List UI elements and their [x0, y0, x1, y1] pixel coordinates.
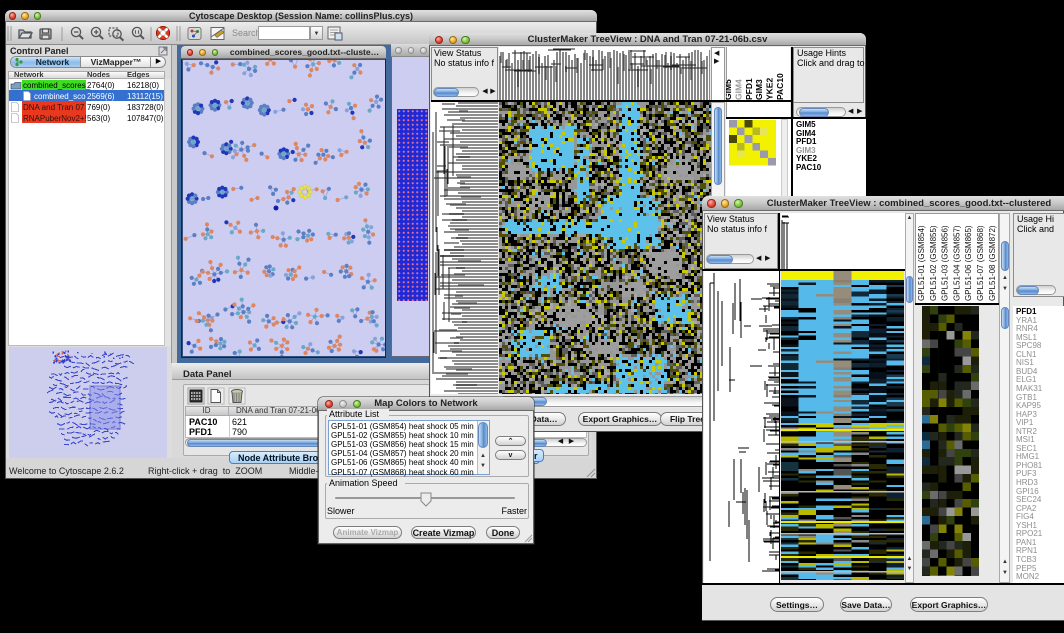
- svg-text:GPL51-03 (GSM856): GPL51-03 (GSM856): [941, 225, 950, 301]
- svg-text:GPL51-01 (GSM854): GPL51-01 (GSM854): [917, 225, 926, 301]
- svg-text:PFD1: PFD1: [744, 78, 754, 100]
- svg-text:GPL51-08 (GSM872): GPL51-08 (GSM872): [988, 225, 997, 301]
- svg-text:GIM5: GIM5: [726, 79, 733, 100]
- svg-text:GIM3: GIM3: [754, 79, 764, 100]
- svg-text:YKE2: YKE2: [765, 78, 775, 100]
- svg-text:GPL51-04 (GSM857): GPL51-04 (GSM857): [952, 225, 961, 301]
- svg-text:GPL51-02 (GSM855): GPL51-02 (GSM855): [929, 225, 938, 301]
- svg-text:GPL51-07 (GSM868): GPL51-07 (GSM868): [976, 225, 985, 301]
- svg-text:PAC10: PAC10: [775, 73, 785, 100]
- svg-text:GIM4: GIM4: [733, 79, 743, 100]
- svg-text:GPL51-06 (GSM865): GPL51-06 (GSM865): [964, 225, 973, 301]
